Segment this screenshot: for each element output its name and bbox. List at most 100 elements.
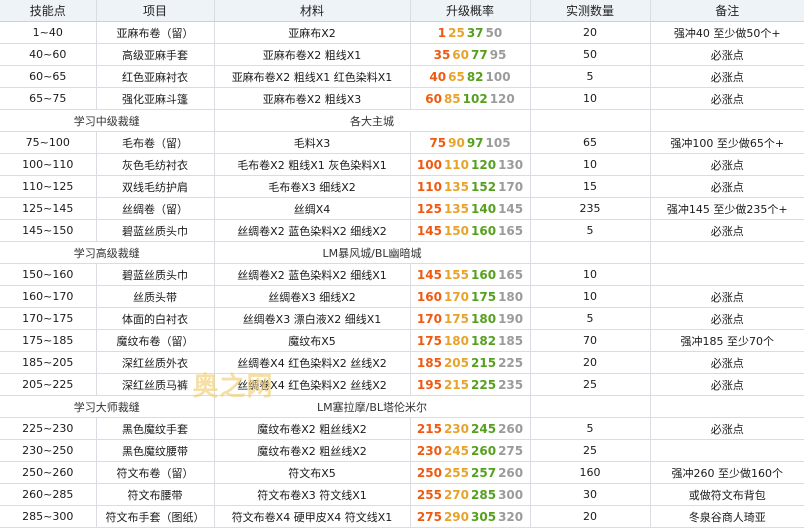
item-cell: 符文布手套（图纸） [96,505,215,528]
header-row: 技能点 项目 材料 升级概率 实测数量 备注 [0,0,804,22]
probability-value-1: 175 [416,333,442,348]
skill-range-cell: 65~75 [0,87,97,110]
note-cell [650,263,804,286]
materials-cell: 魔纹布卷X2 粗丝线X2 [214,417,411,440]
probability-value-3: 285 [471,487,497,502]
header-item: 项目 [96,0,215,22]
table-row: 75~100 毛布卷（留） 毛料X3 75 90 97 105 65 强冲100 至少做65个+ [0,131,804,154]
item-cell: 亚麻布卷（留） [96,21,215,44]
probability-cell: 195 215 225 235 [410,373,531,396]
probability-cell: 145 155 160 165 [410,263,531,286]
table-row: 125~145 丝绸卷（留） 丝绸X4 125 135 140 145 235 强冲145 至少… [0,197,804,220]
header-note: 备注 [650,0,804,22]
probability-value-1: 215 [416,421,442,436]
table-row: 1~40 亚麻布卷（留） 亚麻布X2 1 25 37 50 20 强冲40 至少做50个+ [0,21,804,44]
skill-range-cell: 260~285 [0,483,97,506]
probability-value-1: 250 [416,465,442,480]
count-cell: 10 [530,285,651,308]
probability-value-3: 140 [471,201,497,216]
probability-value-4: 190 [498,311,524,326]
section-empty-note [650,241,804,264]
probability-cell: 125 135 140 145 [410,197,531,220]
count-cell: 15 [530,175,651,198]
probability-value-4: 145 [498,201,524,216]
skill-range-cell: 285~300 [0,505,97,528]
note-cell: 强冲260 至少做160个 [650,461,804,484]
materials-cell: 丝绸卷X4 红色染料X2 丝线X2 [214,373,411,396]
probability-value-2: 290 [443,509,469,524]
table-row: 260~285 符文布腰带 符文布卷X3 符文线X1 255 270 285 300 30 或做… [0,483,804,506]
section-empty-count [530,241,651,264]
probability-cell: 255 270 285 300 [410,483,531,506]
count-cell: 30 [530,483,651,506]
item-cell: 深红丝质外衣 [96,351,215,374]
probability-value-3: 77 [471,47,488,62]
section-empty-count [530,395,651,418]
count-cell: 235 [530,197,651,220]
skill-range-cell: 175~185 [0,329,97,352]
item-cell: 丝绸卷（留） [96,197,215,220]
probability-value-2: 65 [448,69,465,84]
materials-cell: 符文布卷X3 符文线X1 [214,483,411,506]
note-cell: 强冲145 至少做235个+ [650,197,804,220]
table-row: 60~65 红色亚麻衬衣 亚麻布卷X2 粗线X1 红色染料X1 40 65 82 100 5 必… [0,65,804,88]
table-header: 技能点 项目 材料 升级概率 实测数量 备注 [0,0,804,22]
materials-cell: 毛料X3 [214,131,411,154]
item-cell: 碧蓝丝质头巾 [96,263,215,286]
note-cell: 必涨点 [650,43,804,66]
note-cell: 强冲40 至少做50个+ [650,21,804,44]
item-cell: 红色亚麻衬衣 [96,65,215,88]
section-empty-note [650,109,804,132]
table-body: 1~40 亚麻布卷（留） 亚麻布X2 1 25 37 50 20 强冲40 至少做50个+ 40~… [0,21,804,528]
probability-value-4: 260 [498,421,524,436]
probability-cell: 230 245 260 275 [410,439,531,462]
probability-cell: 160 170 175 180 [410,285,531,308]
probability-value-2: 175 [443,311,469,326]
section-empty-note [650,395,804,418]
count-cell: 70 [530,329,651,352]
section-row: 学习中级裁缝 各大主城 [0,109,804,132]
probability-value-3: 225 [471,377,497,392]
probability-value-4: 95 [489,47,507,62]
materials-cell: 符文布X5 [214,461,411,484]
header-count: 实测数量 [530,0,651,22]
count-cell: 20 [530,351,651,374]
materials-cell: 丝绸卷X2 蓝色染料X2 细线X2 [214,219,411,242]
probability-cell: 250 255 257 260 [410,461,531,484]
probability-cell: 185 205 215 225 [410,351,531,374]
item-cell: 丝质头带 [96,285,215,308]
probability-value-4: 225 [498,355,524,370]
probability-value-4: 165 [498,223,524,238]
materials-cell: 丝绸卷X3 漂白液X2 细线X1 [214,307,411,330]
probability-value-1: 145 [416,223,442,238]
note-cell: 冬泉谷商人琦亚 [650,505,804,528]
skill-range-cell: 1~40 [0,21,97,44]
note-cell: 必涨点 [650,373,804,396]
probability-value-3: 160 [471,223,497,238]
probability-cell: 110 135 152 170 [410,175,531,198]
probability-value-3: 245 [471,421,497,436]
probability-value-1: 1 [437,25,447,40]
skill-range-cell: 250~260 [0,461,97,484]
materials-cell: 丝绸卷X3 细线X2 [214,285,411,308]
probability-cell: 75 90 97 105 [410,131,531,154]
skill-range-cell: 230~250 [0,439,97,462]
section-empty-count [530,109,651,132]
probability-value-1: 195 [416,377,442,392]
skill-range-cell: 110~125 [0,175,97,198]
probability-value-1: 100 [416,157,442,172]
count-cell: 5 [530,219,651,242]
probability-value-4: 275 [498,443,524,458]
count-cell: 65 [530,131,651,154]
count-cell: 10 [530,87,651,110]
probability-value-2: 180 [443,333,469,348]
note-cell: 必涨点 [650,65,804,88]
leveling-table: 技能点 项目 材料 升级概率 实测数量 备注 1~40 亚麻布卷（留） 亚麻布X2 1… [0,0,804,528]
note-cell: 必涨点 [650,351,804,374]
probability-value-1: 110 [416,179,442,194]
table-row: 205~225 深红丝质马裤 丝绸卷X4 红色染料X2 丝线X2 195 215 225 2… [0,373,804,396]
note-cell: 必涨点 [650,153,804,176]
item-cell: 深红丝质马裤 [96,373,215,396]
table-row: 65~75 强化亚麻斗篷 亚麻布卷X2 粗线X3 60 85 102 120 10 必涨点 [0,87,804,110]
count-cell: 25 [530,439,651,462]
